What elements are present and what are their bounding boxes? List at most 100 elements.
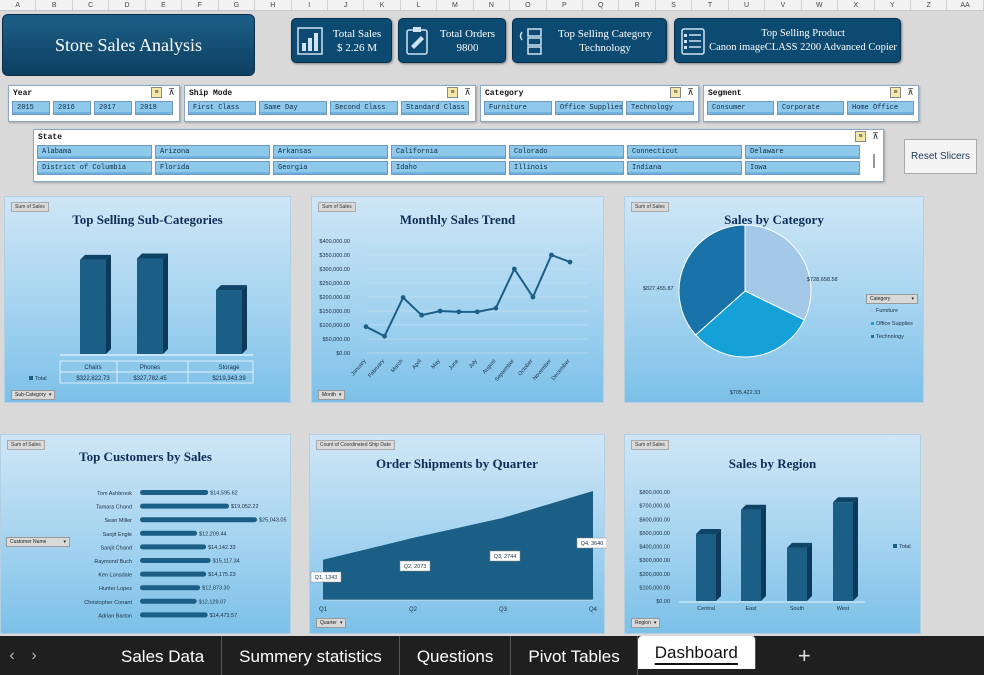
region-field-button[interactable]: Region ▾ [631, 618, 661, 628]
column-header-p[interactable]: P [547, 0, 583, 10]
column-header-j[interactable]: J [328, 0, 365, 10]
filter-icon: ▾ [48, 392, 52, 398]
slicer-item-iowa[interactable]: Iowa [745, 161, 860, 175]
multi-select-icon[interactable]: ≡ [890, 87, 901, 98]
clear-filter-icon[interactable]: ⊼ [462, 87, 473, 98]
chart-sales-by-region: Sum of Sales Sales by Region $800,000.00… [624, 434, 921, 634]
legend-item: Furniture [876, 308, 898, 314]
multi-select-icon[interactable]: ≡ [447, 87, 458, 98]
column-header-a[interactable]: A [0, 0, 37, 10]
column-header-o[interactable]: O [510, 0, 547, 10]
column-header-r[interactable]: R [619, 0, 656, 10]
category-legend-button[interactable]: Category ▾ [866, 294, 918, 304]
bar-east [741, 504, 766, 601]
bar-hunter-lopez [140, 585, 201, 591]
reset-slicers-button[interactable]: Reset Slicers [904, 139, 977, 174]
slicer-ship-mode: Ship Mode ≡ ⊼ First Class Same Day Second C… [184, 85, 476, 122]
sheet-tab-summery-statistics[interactable]: Summery statistics [222, 636, 400, 675]
slicer-scrollbar[interactable] [873, 154, 875, 168]
slicer-item-second-class[interactable]: Second Class [330, 101, 398, 115]
slicer-item-district-of-columbia[interactable]: District of Columbia [37, 161, 152, 175]
prev-sheet-button[interactable]: ‹ [2, 647, 22, 665]
clear-filter-icon[interactable]: ⊼ [166, 87, 177, 98]
column-header-n[interactable]: N [474, 0, 511, 10]
slicer-item-delaware[interactable]: Delaware [745, 145, 860, 159]
sheet-tab-pivot-tables[interactable]: Pivot Tables [511, 636, 638, 675]
slicer-item-alabama[interactable]: Alabama [37, 145, 152, 159]
value-label: $14,595.62 [210, 491, 238, 497]
column-header-w[interactable]: W [802, 0, 839, 10]
sub-category-field-button[interactable]: Sub-Category ▾ [11, 390, 56, 400]
slicer-item-connecticut[interactable]: Connecticut [627, 145, 742, 159]
slicer-item-colorado[interactable]: Colorado [509, 145, 624, 159]
sheet-tab-dashboard[interactable]: Dashboard [637, 636, 756, 669]
column-header-c[interactable]: C [73, 0, 110, 10]
column-header-aa[interactable]: AA [947, 0, 984, 10]
clear-filter-icon[interactable]: ⊼ [905, 87, 916, 98]
slicer-item-first-class[interactable]: First Class [188, 101, 256, 115]
column-header-k[interactable]: K [364, 0, 401, 10]
slicer-item-california[interactable]: California [391, 145, 506, 159]
slicer-item-2015[interactable]: 2015 [12, 101, 50, 115]
slicer-item-indiana[interactable]: Indiana [627, 161, 742, 175]
slicer-item-2016[interactable]: 2016 [53, 101, 91, 115]
column-header-u[interactable]: U [729, 0, 766, 10]
add-sheet-button[interactable]: + [798, 643, 811, 669]
chart-sales-by-category: Sum of Sales Sales by Category $728,658.… [624, 196, 924, 403]
clear-filter-icon[interactable]: ⊼ [685, 87, 696, 98]
value-label: $25,043.05 [259, 518, 287, 524]
column-header-z[interactable]: Z [911, 0, 948, 10]
slicer-item-idaho[interactable]: Idaho [391, 161, 506, 175]
column-header-b[interactable]: B [36, 0, 73, 10]
column-header-t[interactable]: T [692, 0, 729, 10]
clear-filter-icon[interactable]: ⊼ [870, 131, 881, 142]
slicer-item-same-day[interactable]: Same Day [259, 101, 327, 115]
slicer-item-technology[interactable]: Technology [626, 101, 694, 115]
column-header-d[interactable]: D [109, 0, 146, 10]
multi-select-icon[interactable]: ≡ [855, 131, 866, 142]
column-header-l[interactable]: L [401, 0, 438, 10]
column-header-q[interactable]: Q [583, 0, 620, 10]
sheet-tab-questions[interactable]: Questions [400, 636, 512, 675]
checklist-icon [681, 27, 705, 55]
slicer-item-arizona[interactable]: Arizona [155, 145, 270, 159]
column-header-f[interactable]: F [182, 0, 219, 10]
slicer-item-home-office[interactable]: Home Office [847, 101, 914, 115]
legend-title: Category [870, 296, 891, 302]
column-header-m[interactable]: M [437, 0, 474, 10]
column-header-s[interactable]: S [656, 0, 693, 10]
y-tick-label: $250,000.00 [319, 281, 350, 287]
slicer-item-standard-class[interactable]: Standard Class [401, 101, 469, 115]
slicer-item-2018[interactable]: 2018 [135, 101, 173, 115]
slicer-item-consumer[interactable]: Consumer [707, 101, 774, 115]
slicer-item-illinois[interactable]: Illinois [509, 161, 624, 175]
quarter-field-button[interactable]: Quarter ▾ [316, 618, 347, 628]
column-header-i[interactable]: I [292, 0, 328, 10]
month-field-button[interactable]: Month ▾ [318, 390, 346, 400]
column-header-h[interactable]: H [255, 0, 292, 10]
column-header-x[interactable]: X [838, 0, 875, 10]
category-label: Storage [218, 365, 240, 371]
multi-select-icon[interactable]: ≡ [670, 87, 681, 98]
legend-label: Total [899, 544, 911, 550]
customer-field-button[interactable]: Customer Name ▾ [6, 537, 70, 547]
column-header-g[interactable]: G [219, 0, 256, 10]
slicer-item-georgia[interactable]: Georgia [273, 161, 388, 175]
next-sheet-button[interactable]: › [24, 647, 44, 665]
slicer-item-corporate[interactable]: Corporate [777, 101, 844, 115]
slicer-category: Category ≡ ⊼ Furniture Office Supplies Tech… [480, 85, 699, 122]
sheet-tab-sales-data[interactable]: Sales Data [104, 636, 223, 675]
column-header-e[interactable]: E [146, 0, 183, 10]
slicer-item-furniture[interactable]: Furniture [484, 101, 552, 115]
svg-text:Q1, 1343: Q1, 1343 [315, 575, 338, 581]
slicer-item-florida[interactable]: Florida [155, 161, 270, 175]
slicer-item-arkansas[interactable]: Arkansas [273, 145, 388, 159]
column-header-y[interactable]: Y [875, 0, 911, 10]
customer-label: Adrian Barton [98, 613, 132, 619]
multi-select-icon[interactable]: ≡ [151, 87, 162, 98]
slicer-item-office-supplies[interactable]: Office Supplies [555, 101, 623, 115]
slicer-item-2017[interactable]: 2017 [94, 101, 132, 115]
column-header-v[interactable]: V [765, 0, 802, 10]
value-label: $219,343.39 [212, 376, 246, 382]
field-label: Quarter [320, 620, 337, 626]
